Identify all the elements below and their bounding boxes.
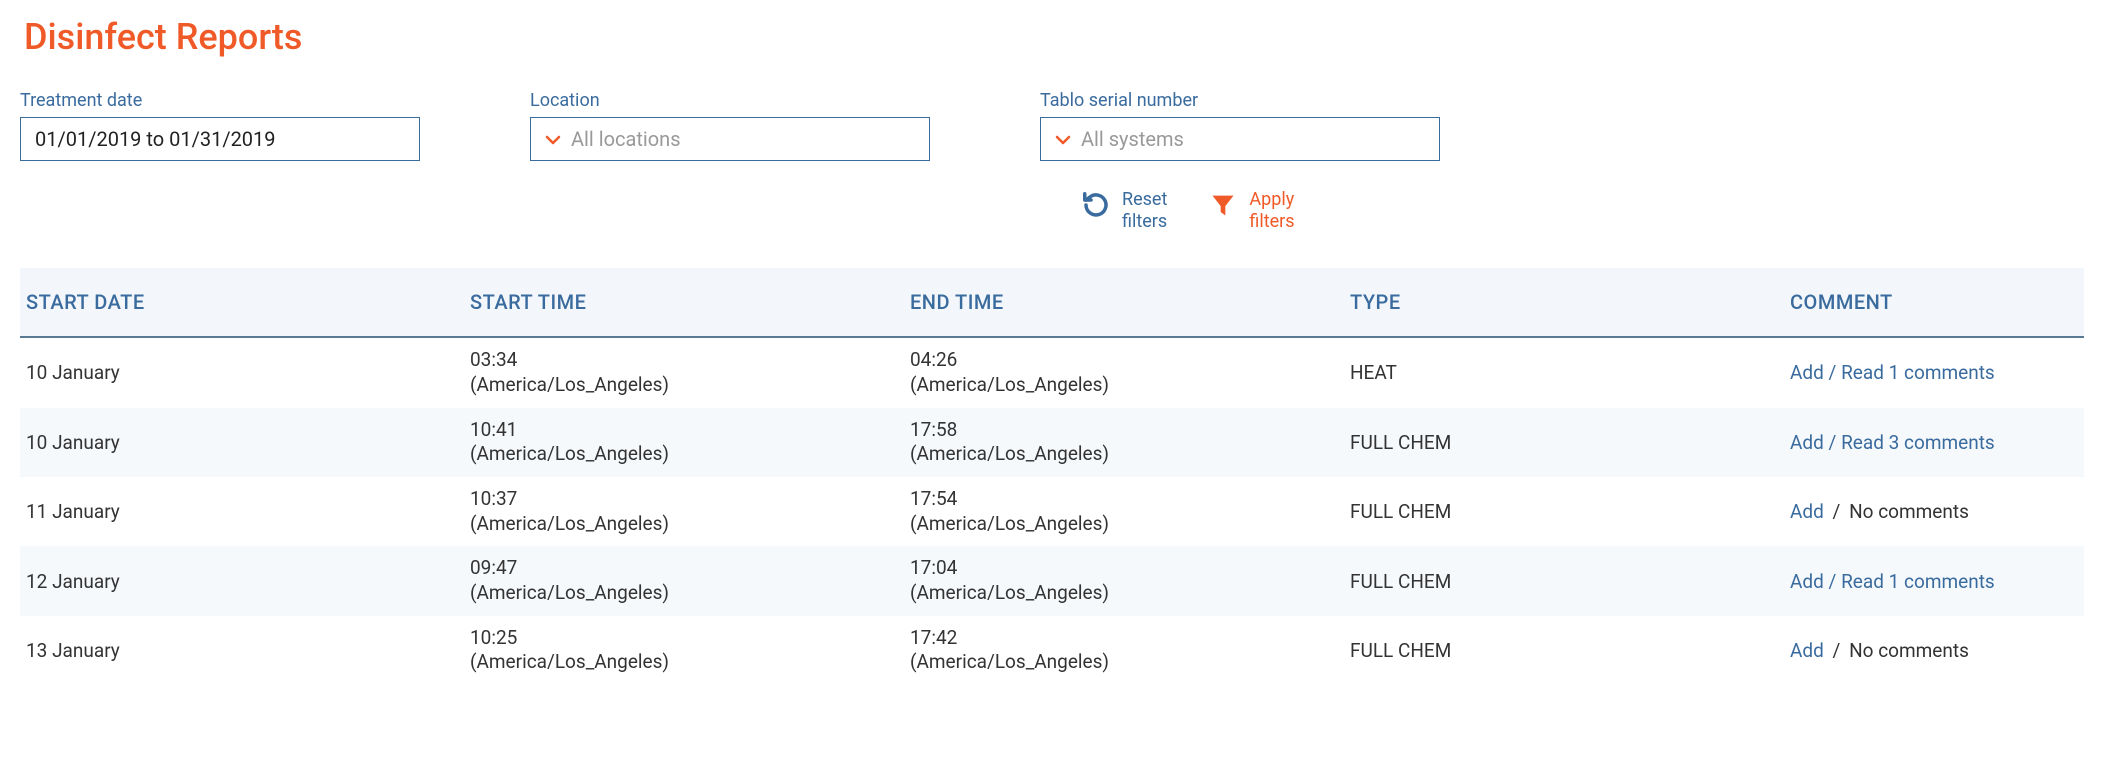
- add-comment-link[interactable]: Add: [1790, 500, 1824, 523]
- comment-separator: /: [1828, 500, 1845, 523]
- chevron-down-icon: [545, 132, 559, 146]
- chevron-down-icon: [1055, 132, 1069, 146]
- reset-filters-button[interactable]: Reset filters: [1080, 189, 1167, 232]
- apply-line2: filters: [1249, 211, 1294, 233]
- read-comments-link[interactable]: Read 3 comments: [1841, 431, 1995, 454]
- cell-type: FULL CHEM: [1340, 408, 1780, 477]
- page-title: Disinfect Reports: [24, 16, 2084, 58]
- add-comment-link[interactable]: Add: [1790, 570, 1824, 593]
- filters-row: Treatment date 01/01/2019 to 01/31/2019 …: [20, 90, 2084, 161]
- no-comments-text: No comments: [1849, 500, 1969, 523]
- filter-serial: Tablo serial number All systems: [1040, 90, 1440, 161]
- cell-start-time: 03:34(America/Los_Angeles): [460, 337, 900, 407]
- table-row: 11 January10:37(America/Los_Angeles)17:5…: [20, 477, 2084, 546]
- add-comment-link[interactable]: Add: [1790, 361, 1824, 384]
- cell-start-date: 12 January: [20, 546, 460, 615]
- reports-table: START DATE START TIME END TIME TYPE COMM…: [20, 268, 2084, 685]
- cell-comment: Add / Read 1 comments: [1780, 337, 2084, 407]
- cell-start-date: 13 January: [20, 616, 460, 685]
- filter-treatment-date: Treatment date 01/01/2019 to 01/31/2019: [20, 90, 420, 161]
- col-end-time[interactable]: END TIME: [900, 268, 1340, 337]
- col-start-time[interactable]: START TIME: [460, 268, 900, 337]
- table-row: 13 January10:25(America/Los_Angeles)17:4…: [20, 616, 2084, 685]
- filter-actions: Reset filters Apply filters: [1080, 189, 2084, 232]
- cell-start-date: 10 January: [20, 408, 460, 477]
- cell-type: HEAT: [1340, 337, 1780, 407]
- filter-icon: [1207, 189, 1239, 221]
- reset-line2: filters: [1122, 211, 1167, 233]
- apply-line1: Apply: [1249, 189, 1294, 211]
- col-comment[interactable]: COMMENT: [1780, 268, 2084, 337]
- filter-location: Location All locations: [530, 90, 930, 161]
- treatment-date-input[interactable]: 01/01/2019 to 01/31/2019: [20, 117, 420, 161]
- comment-separator: /: [1824, 431, 1841, 454]
- table-row: 12 January09:47(America/Los_Angeles)17:0…: [20, 546, 2084, 615]
- read-comments-link[interactable]: Read 1 comments: [1841, 570, 1995, 593]
- cell-type: FULL CHEM: [1340, 477, 1780, 546]
- location-placeholder: All locations: [571, 127, 681, 151]
- col-start-date[interactable]: START DATE: [20, 268, 460, 337]
- comment-separator: /: [1824, 570, 1841, 593]
- treatment-date-value: 01/01/2019 to 01/31/2019: [35, 127, 276, 151]
- serial-select[interactable]: All systems: [1040, 117, 1440, 161]
- cell-start-time: 10:41(America/Los_Angeles): [460, 408, 900, 477]
- reset-line1: Reset: [1122, 189, 1167, 211]
- cell-start-time: 10:25(America/Los_Angeles): [460, 616, 900, 685]
- treatment-date-label: Treatment date: [20, 90, 420, 111]
- serial-label: Tablo serial number: [1040, 90, 1440, 111]
- comment-separator: /: [1824, 361, 1841, 384]
- cell-comment: Add / Read 3 comments: [1780, 408, 2084, 477]
- col-type[interactable]: TYPE: [1340, 268, 1780, 337]
- location-select[interactable]: All locations: [530, 117, 930, 161]
- serial-placeholder: All systems: [1081, 127, 1184, 151]
- cell-end-time: 17:42(America/Los_Angeles): [900, 616, 1340, 685]
- cell-start-date: 11 January: [20, 477, 460, 546]
- comment-separator: /: [1828, 639, 1845, 662]
- cell-comment: Add / No comments: [1780, 616, 2084, 685]
- apply-filters-button[interactable]: Apply filters: [1207, 189, 1294, 232]
- cell-start-date: 10 January: [20, 337, 460, 407]
- reset-icon: [1080, 189, 1112, 221]
- add-comment-link[interactable]: Add: [1790, 639, 1824, 662]
- no-comments-text: No comments: [1849, 639, 1969, 662]
- table-row: 10 January03:34(America/Los_Angeles)04:2…: [20, 337, 2084, 407]
- cell-comment: Add / Read 1 comments: [1780, 546, 2084, 615]
- cell-end-time: 17:58(America/Los_Angeles): [900, 408, 1340, 477]
- cell-start-time: 09:47(America/Los_Angeles): [460, 546, 900, 615]
- read-comments-link[interactable]: Read 1 comments: [1841, 361, 1995, 384]
- cell-start-time: 10:37(America/Los_Angeles): [460, 477, 900, 546]
- cell-end-time: 17:04(America/Los_Angeles): [900, 546, 1340, 615]
- add-comment-link[interactable]: Add: [1790, 431, 1824, 454]
- location-label: Location: [530, 90, 930, 111]
- table-header-row: START DATE START TIME END TIME TYPE COMM…: [20, 268, 2084, 337]
- cell-comment: Add / No comments: [1780, 477, 2084, 546]
- cell-type: FULL CHEM: [1340, 616, 1780, 685]
- cell-end-time: 17:54(America/Los_Angeles): [900, 477, 1340, 546]
- cell-type: FULL CHEM: [1340, 546, 1780, 615]
- cell-end-time: 04:26(America/Los_Angeles): [900, 337, 1340, 407]
- table-row: 10 January10:41(America/Los_Angeles)17:5…: [20, 408, 2084, 477]
